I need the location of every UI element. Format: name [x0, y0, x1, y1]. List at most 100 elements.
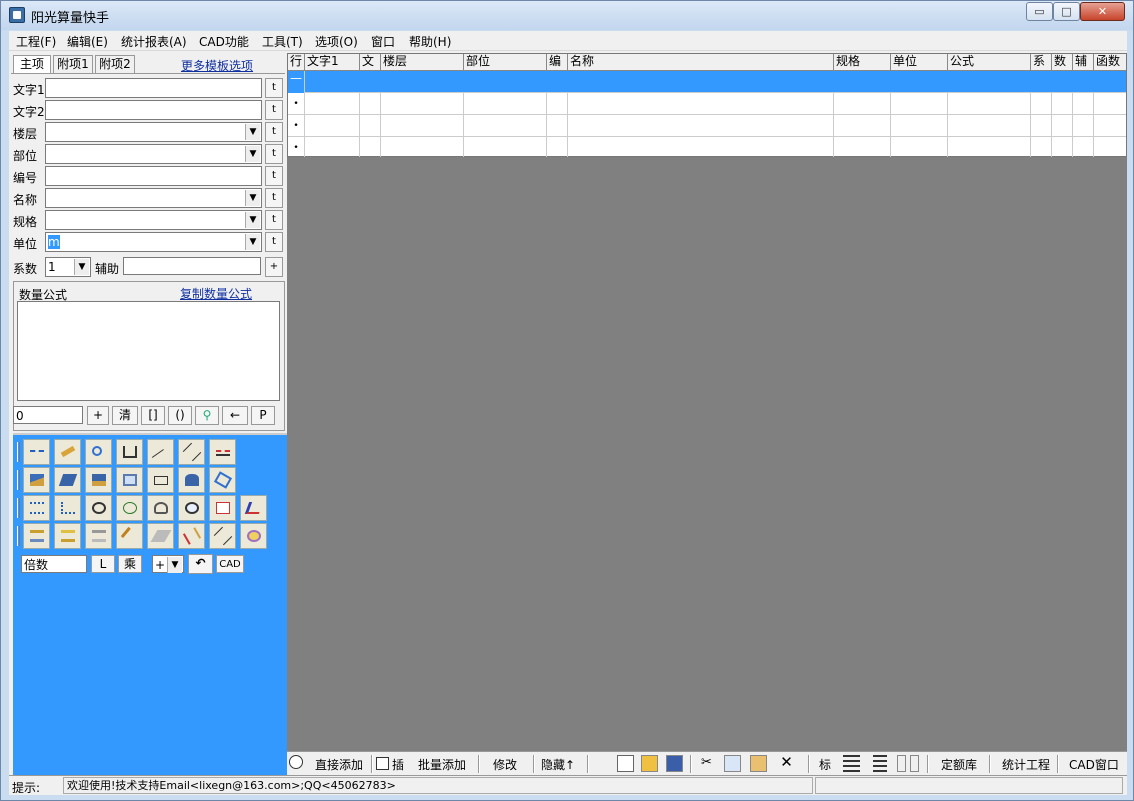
copy-icon[interactable] — [724, 755, 741, 772]
code-t-button[interactable]: t — [265, 166, 283, 186]
menu-help[interactable]: 帮助(H) — [409, 33, 451, 50]
erase-layer-tool[interactable] — [147, 523, 174, 549]
col-formula[interactable]: 公式 — [948, 54, 1031, 71]
p-button[interactable]: P — [251, 406, 275, 425]
cut-icon[interactable]: ✂ — [698, 755, 715, 772]
floor-t-button[interactable]: t — [265, 122, 283, 142]
table-row[interactable]: — — [288, 71, 1126, 93]
col-part[interactable]: 部位 — [464, 54, 547, 71]
table-row[interactable]: • — [288, 115, 1126, 137]
l-button[interactable]: L — [91, 555, 115, 573]
toolbar-grip[interactable] — [17, 470, 20, 490]
part-t-button[interactable]: t — [265, 144, 283, 164]
col-text[interactable]: 文 — [360, 54, 381, 71]
menu-window[interactable]: 窗口 — [371, 33, 395, 50]
data-grid[interactable]: 行 文字1 文 楼层 部位 编 名称 规格 单位 公式 系 数 辅 函数 — • — [287, 53, 1127, 159]
backspace-button[interactable]: ← — [222, 406, 248, 425]
text2-t-button[interactable]: t — [265, 100, 283, 120]
new-file-icon[interactable] — [617, 755, 634, 772]
undo-button[interactable]: ↶ — [188, 554, 213, 574]
layers-tool[interactable] — [23, 523, 50, 549]
text1-t-button[interactable]: t — [265, 78, 283, 98]
quota-library-button[interactable]: 定额库 — [941, 756, 977, 773]
col-qty[interactable]: 数 — [1052, 54, 1073, 71]
name-select[interactable]: ▼ — [45, 188, 262, 208]
text2-input[interactable] — [45, 100, 262, 120]
col-name[interactable]: 名称 — [568, 54, 834, 71]
spec-t-button[interactable]: t — [265, 210, 283, 230]
operator-select[interactable]: + ▼ — [152, 555, 184, 573]
toolbar-grip[interactable] — [17, 526, 20, 546]
pan-tool[interactable] — [147, 495, 174, 521]
toolbar-grip[interactable] — [17, 498, 20, 518]
tab-sub1[interactable]: 附项1 — [53, 55, 93, 73]
polyline-tool[interactable] — [147, 439, 174, 467]
stats-project-button[interactable]: 统计工程 — [1002, 756, 1050, 773]
chevron-down-icon[interactable]: ▼ — [245, 146, 260, 162]
maximize-button[interactable]: □ — [1053, 2, 1080, 21]
table-row[interactable]: • — [288, 93, 1126, 115]
clear-button[interactable]: 清 — [112, 406, 138, 425]
code-input[interactable] — [45, 166, 262, 186]
open-folder-icon[interactable] — [641, 755, 658, 772]
zoom-area-tool[interactable] — [178, 467, 205, 493]
table-row[interactable]: • — [288, 137, 1126, 159]
cad-window-button[interactable]: CAD窗口 — [1069, 756, 1119, 773]
measure-line-tool[interactable] — [23, 439, 50, 465]
col-aux[interactable]: 辅 — [1073, 54, 1094, 71]
batch-add-button[interactable]: 批量添加 — [418, 756, 466, 773]
menu-options[interactable]: 选项(O) — [315, 33, 358, 50]
modify-button[interactable]: 修改 — [493, 756, 517, 773]
indent-list-icon[interactable] — [873, 755, 887, 772]
minimize-button[interactable]: ▭ — [1026, 2, 1053, 21]
direct-add-label[interactable]: 直接添加 — [315, 756, 363, 773]
plus-button[interactable]: + — [87, 406, 109, 425]
insert-label[interactable]: 插 — [392, 756, 404, 773]
unit-t-button[interactable]: t — [265, 232, 283, 252]
paste-icon[interactable] — [750, 755, 767, 772]
save-icon[interactable] — [666, 755, 683, 772]
toolbar-grip[interactable] — [17, 442, 20, 462]
chevron-down-icon[interactable]: ▼ — [245, 234, 260, 250]
text1-input[interactable] — [45, 78, 262, 98]
brush-tool[interactable] — [178, 523, 205, 549]
copy-formula-link[interactable]: 复制数量公式 — [180, 285, 252, 302]
more-templates-link[interactable]: 更多模板选项 — [181, 57, 253, 74]
insert-checkbox[interactable] — [376, 757, 389, 770]
chevron-down-icon[interactable]: ▼ — [245, 124, 260, 140]
menu-project[interactable]: 工程(F) — [16, 33, 56, 50]
unit-select[interactable]: m ▼ — [45, 232, 262, 252]
col-unit[interactable]: 单位 — [891, 54, 948, 71]
multiply-button[interactable]: 乘 — [118, 555, 142, 573]
chevron-down-icon[interactable]: ▼ — [245, 212, 260, 228]
dimension-tool[interactable] — [116, 439, 143, 465]
frame-tool[interactable] — [116, 467, 143, 493]
floor-select[interactable]: ▼ — [45, 122, 262, 142]
delete-icon[interactable]: ✕ — [778, 755, 795, 772]
chevron-down-icon[interactable]: ▼ — [74, 259, 89, 275]
rotate-tool[interactable] — [209, 467, 236, 493]
rotate-view-tool[interactable] — [85, 495, 112, 521]
brackets-button[interactable]: [] — [141, 406, 165, 425]
layers-gray-tool[interactable] — [85, 523, 112, 549]
col-spec[interactable]: 规格 — [834, 54, 891, 71]
ruler-tool[interactable] — [54, 439, 81, 465]
tab-main[interactable]: 主项 — [13, 55, 51, 73]
menu-edit[interactable]: 编辑(E) — [67, 33, 108, 50]
part-select[interactable]: ▼ — [45, 144, 262, 164]
aux-input[interactable] — [123, 257, 261, 275]
rectangle-tool[interactable] — [147, 467, 174, 493]
col-code[interactable]: 编 — [547, 54, 568, 71]
slab-tool[interactable] — [54, 467, 81, 493]
calculator-tool[interactable] — [209, 495, 236, 521]
col-func[interactable]: 函数 — [1094, 54, 1126, 71]
scissors-tool[interactable] — [209, 523, 236, 549]
menu-cad[interactable]: CAD功能 — [199, 33, 249, 50]
close-button[interactable]: ✕ — [1080, 2, 1125, 21]
multiplier-input[interactable]: 倍数 — [21, 555, 87, 573]
col-floor[interactable]: 楼层 — [381, 54, 464, 71]
spec-select[interactable]: ▼ — [45, 210, 262, 230]
text-style-tool[interactable] — [240, 495, 267, 521]
layers-yellow-tool[interactable] — [54, 523, 81, 549]
list-icon[interactable] — [843, 755, 860, 772]
